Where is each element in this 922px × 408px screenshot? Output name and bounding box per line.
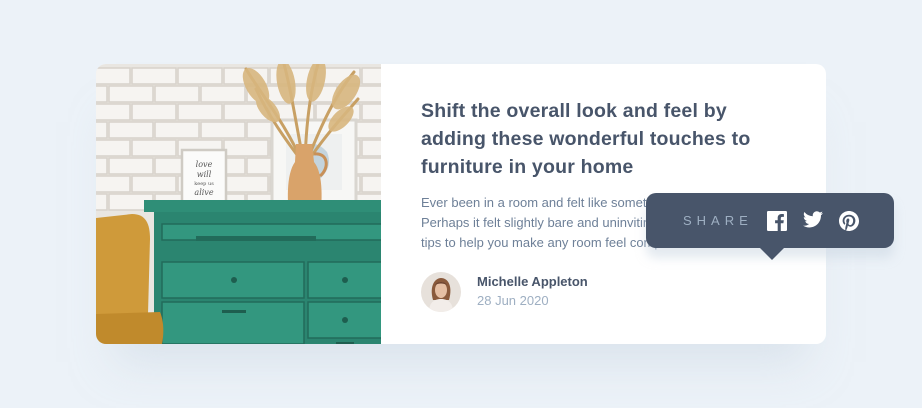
author-info: Michelle Appleton 28 Jun 2020: [421, 272, 588, 312]
frame-text-line-2: will: [197, 170, 212, 179]
article-title: Shift the overall look and feel by addin…: [421, 100, 751, 178]
frame-text-line-3: keep us: [194, 181, 214, 187]
facebook-icon[interactable]: [766, 210, 787, 231]
drawers-image: love will keep us alive: [96, 64, 381, 344]
share-label: SHARE: [683, 213, 753, 228]
frame-text-line-4: alive: [194, 188, 213, 197]
avatar: [421, 272, 461, 312]
pinterest-icon[interactable]: [838, 210, 859, 231]
share-tooltip: SHARE: [646, 193, 894, 260]
author-name: Michelle Appleton: [477, 274, 588, 289]
publish-date: 28 Jun 2020: [477, 293, 549, 308]
twitter-icon[interactable]: [802, 210, 823, 231]
frame-text-line-1: love: [196, 160, 213, 169]
